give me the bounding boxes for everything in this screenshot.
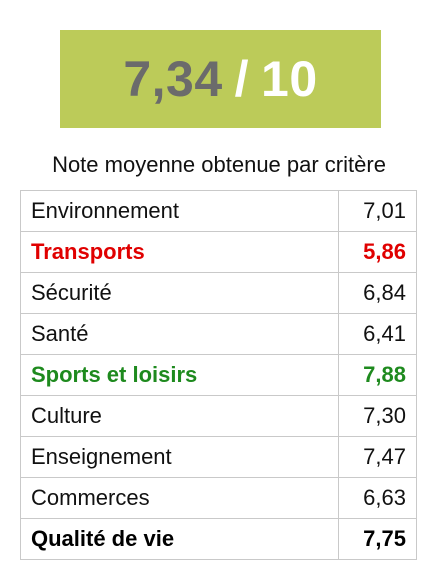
criteria-label: Culture <box>20 395 339 437</box>
criteria-label: Sports et loisirs <box>20 354 339 396</box>
criteria-label: Commerces <box>20 477 339 519</box>
criteria-table: Environnement 7,01 Transports 5,86 Sécur… <box>20 190 417 560</box>
criteria-label: Qualité de vie <box>20 518 339 560</box>
criteria-label: Sécurité <box>20 272 339 314</box>
criteria-label: Transports <box>20 231 339 273</box>
criteria-row-sports-et-loisirs: Sports et loisirs 7,88 <box>20 354 417 396</box>
criteria-value: 7,47 <box>338 436 417 478</box>
criteria-row-commerces: Commerces 6,63 <box>20 477 417 519</box>
criteria-value: 7,30 <box>338 395 417 437</box>
criteria-row-qualite-de-vie: Qualité de vie 7,75 <box>20 518 417 560</box>
criteria-label: Environnement <box>20 190 339 232</box>
criteria-value: 6,41 <box>338 313 417 355</box>
overall-score-separator: / <box>234 51 250 107</box>
overall-score-banner: 7,34 / 10 <box>60 30 381 128</box>
criteria-label: Enseignement <box>20 436 339 478</box>
criteria-value: 6,63 <box>338 477 417 519</box>
criteria-value: 6,84 <box>338 272 417 314</box>
criteria-row-transports: Transports 5,86 <box>20 231 417 273</box>
criteria-row-environnement: Environnement 7,01 <box>20 190 417 232</box>
criteria-value: 7,88 <box>338 354 417 396</box>
criteria-row-enseignement: Enseignement 7,47 <box>20 436 417 478</box>
overall-score-max: 10 <box>261 51 318 107</box>
criteria-value: 5,86 <box>338 231 417 273</box>
overall-score-value: 7,34 <box>123 51 223 107</box>
criteria-row-securite: Sécurité 6,84 <box>20 272 417 314</box>
criteria-caption: Note moyenne obtenue par critère <box>52 152 386 177</box>
criteria-label: Santé <box>20 313 339 355</box>
criteria-value: 7,01 <box>338 190 417 232</box>
criteria-row-sante: Santé 6,41 <box>20 313 417 355</box>
criteria-value: 7,75 <box>338 518 417 560</box>
criteria-row-culture: Culture 7,30 <box>20 395 417 437</box>
